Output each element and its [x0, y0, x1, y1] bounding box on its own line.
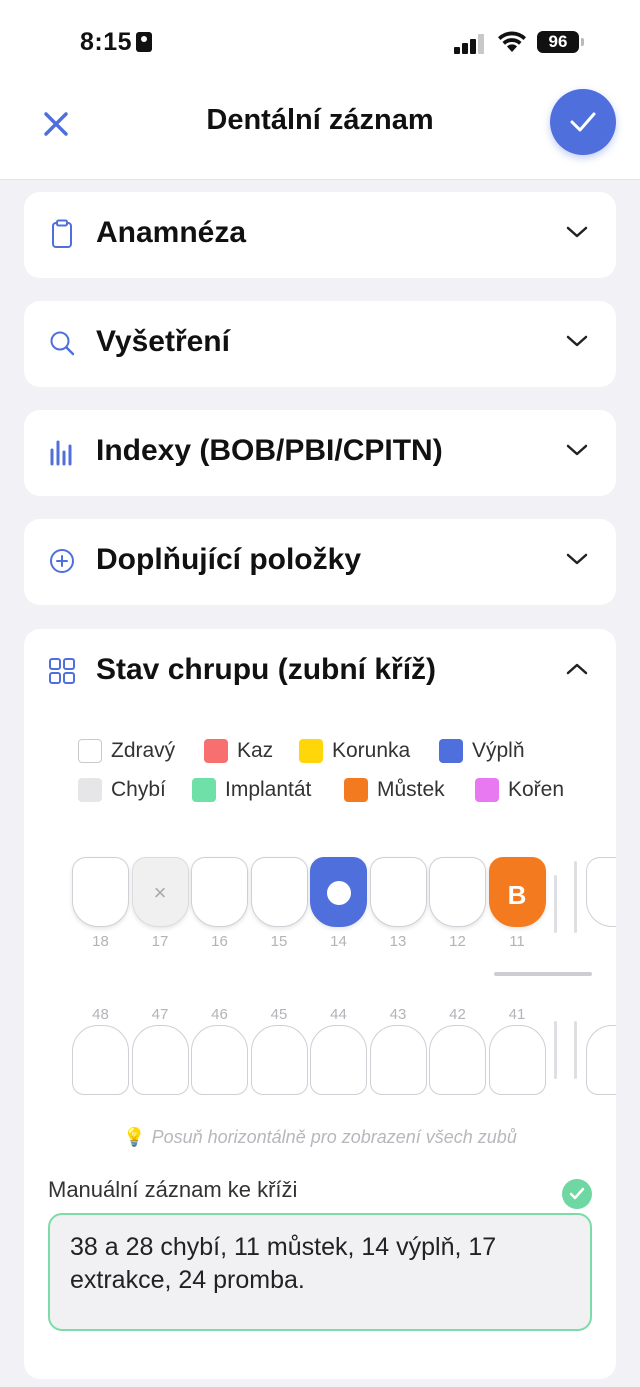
tooth-number: 48 — [92, 1006, 109, 1023]
tooth-number: 47 — [151, 1006, 169, 1023]
legend-swatch — [204, 739, 228, 763]
legend-swatch — [192, 778, 216, 802]
tooth-13[interactable] — [369, 857, 427, 927]
chevron-down-icon — [566, 226, 588, 238]
tooth-14[interactable] — [310, 857, 367, 927]
bar-chart-icon — [50, 440, 72, 466]
tooth-18[interactable] — [72, 857, 129, 927]
valid-check-icon — [562, 1179, 592, 1209]
wifi-icon — [498, 31, 526, 52]
tooth-number: 46 — [211, 1006, 228, 1023]
tooth-number: 16 — [211, 933, 228, 950]
plus-circle-icon — [50, 549, 74, 573]
tooth-43[interactable] — [369, 1025, 427, 1095]
legend-swatch — [475, 778, 499, 802]
time-text: 8:15 — [80, 28, 133, 56]
section-indexy[interactable]: Indexy (BOB/PBI/CPITN) — [24, 410, 616, 496]
contact-badge-icon — [136, 32, 153, 52]
tooth-number: 13 — [389, 933, 407, 950]
tooth-45[interactable] — [250, 1025, 308, 1095]
tooth-12[interactable] — [429, 857, 486, 927]
quadrant-divider — [554, 1021, 557, 1079]
legend-swatch — [439, 739, 463, 763]
tooth-42[interactable] — [429, 1025, 486, 1095]
page-title: Dentální záznam — [206, 104, 434, 136]
legend-swatch — [299, 739, 323, 763]
chevron-up-icon — [566, 663, 588, 675]
grid-icon — [49, 658, 75, 684]
legend-label: Můstek — [377, 778, 445, 801]
search-icon — [50, 331, 75, 356]
status-time: 8:15 — [80, 28, 153, 57]
tooth-number: 18 — [92, 933, 109, 950]
section-title: Indexy (BOB/PBI/CPITN) — [96, 434, 443, 467]
tooth-16[interactable] — [191, 857, 248, 927]
manual-note-field[interactable]: 38 a 28 chybí, 11 můstek, 14 výplň, 17 e… — [48, 1213, 592, 1331]
bridge-mark: B — [507, 880, 527, 910]
section-title: Vyšetření — [96, 325, 230, 358]
tooth-number: 11 — [509, 933, 525, 950]
tooth-number: 41 — [508, 1006, 526, 1023]
tooth-48[interactable] — [72, 1025, 129, 1095]
section-vysetreni[interactable]: Vyšetření — [24, 301, 616, 387]
tooth-number: 43 — [389, 1006, 407, 1023]
tooth-number: 14 — [330, 933, 347, 950]
legend-label: Kaz — [237, 739, 274, 762]
tooth-number: 45 — [270, 1006, 288, 1023]
nav-bar: Dentální záznam — [0, 80, 640, 180]
legend-swatch — [78, 778, 102, 802]
tooth-number: 44 — [330, 1006, 347, 1023]
lightbulb-icon: 💡 — [123, 1127, 146, 1147]
horizontal-scroll-indicator[interactable] — [494, 972, 592, 976]
quadrant-divider — [574, 1021, 577, 1079]
quadrant-divider — [574, 861, 577, 933]
checkmark-icon — [570, 112, 596, 132]
legend-swatch — [78, 739, 102, 763]
legend-label: Korunka — [332, 739, 411, 762]
chevron-down-icon — [566, 335, 588, 347]
tooth-partial[interactable] — [586, 857, 616, 927]
quadrant-divider — [554, 875, 557, 933]
clipboard-icon — [52, 219, 72, 248]
legend-label: Výplň — [472, 739, 525, 762]
scroll-hint: 💡 Posuň horizontálně pro zobrazení všech … — [24, 1127, 616, 1148]
tooth-number: 12 — [449, 933, 466, 950]
tooth-47[interactable] — [131, 1025, 189, 1095]
tooth-partial[interactable] — [586, 1025, 616, 1095]
section-header[interactable]: Stav chrupu (zubní kříž) — [24, 629, 616, 715]
chevron-down-icon — [566, 444, 588, 456]
legend-label: Chybí — [111, 778, 166, 801]
legend-swatch — [344, 778, 368, 802]
battery-indicator: 96 — [537, 31, 584, 53]
tooth-17[interactable]: × — [131, 857, 189, 927]
tooth-number: 42 — [449, 1006, 466, 1023]
manual-note-label: Manuální záznam ke kříži — [48, 1177, 298, 1202]
status-bar: 8:15 96 — [0, 0, 640, 80]
tooth-number: 17 — [151, 933, 169, 950]
section-title: Doplňující položky — [96, 543, 362, 576]
legend-label: Kořen — [508, 778, 565, 801]
hint-text: Posuň horizontálně pro zobrazení všech z… — [151, 1127, 517, 1147]
chevron-down-icon — [566, 553, 588, 565]
legend-label: Implantát — [225, 778, 312, 801]
missing-x-icon: × — [153, 880, 167, 905]
section-title: Anamnéza — [96, 216, 247, 249]
section-title: Stav chrupu (zubní kříž) — [96, 653, 437, 686]
cellular-signal-icon — [454, 34, 486, 54]
section-anamneza[interactable]: Anamnéza — [24, 192, 616, 278]
tooth-number: 15 — [270, 933, 288, 950]
tooth-44[interactable] — [310, 1025, 367, 1095]
tooth-11[interactable]: B — [488, 857, 546, 927]
filling-dot-icon — [327, 881, 351, 905]
tooth-41[interactable] — [488, 1025, 546, 1095]
section-stav-chrupu: Stav chrupu (zubní kříž) Zdravý Kaz Koru… — [24, 629, 616, 1379]
section-doplnujici[interactable]: Doplňující položky — [24, 519, 616, 605]
confirm-button[interactable] — [550, 89, 616, 155]
legend-label: Zdravý — [111, 739, 176, 762]
tooth-15[interactable] — [250, 857, 308, 927]
tooth-46[interactable] — [191, 1025, 248, 1095]
